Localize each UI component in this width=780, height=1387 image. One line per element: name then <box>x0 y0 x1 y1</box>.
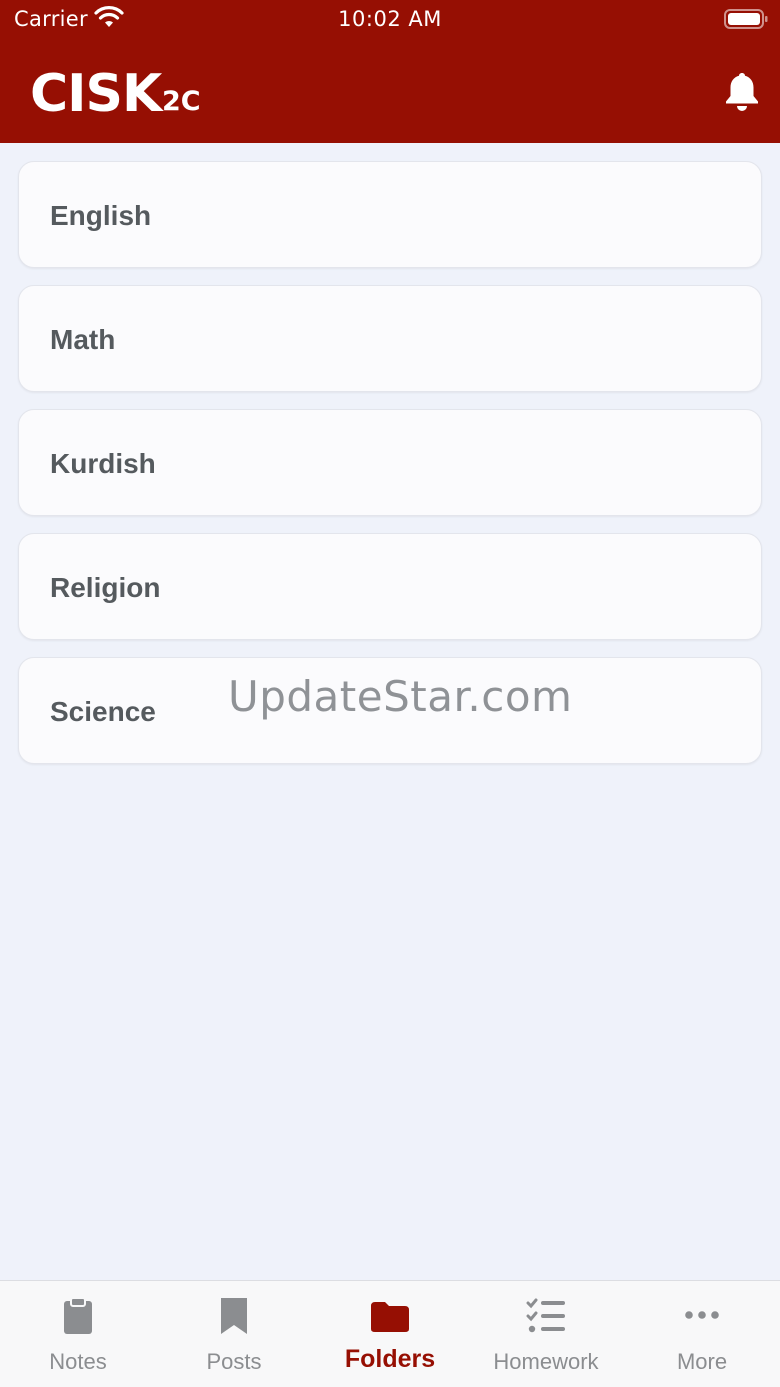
folder-label: Kurdish <box>50 448 156 479</box>
folder-card-kurdish[interactable]: Kurdish <box>18 409 762 516</box>
bottom-tab-bar: Notes Posts Folders Homework More <box>0 1280 780 1387</box>
tab-notes[interactable]: Notes <box>0 1281 156 1387</box>
bell-icon[interactable] <box>722 70 762 112</box>
tab-label: Posts <box>206 1349 262 1374</box>
folder-card-religion[interactable]: Religion <box>18 533 762 640</box>
folder-label: English <box>50 200 152 231</box>
ellipsis-icon <box>685 1311 719 1319</box>
folder-icon <box>371 1302 409 1332</box>
folder-card-english[interactable]: English <box>18 161 762 268</box>
bookmark-icon <box>221 1298 247 1334</box>
folder-label: Science <box>50 696 156 727</box>
tab-posts[interactable]: Posts <box>156 1281 312 1387</box>
tab-label: Folders <box>344 1345 436 1373</box>
folder-label: Math <box>50 324 116 355</box>
clipboard-icon <box>64 1297 92 1334</box>
tab-folders[interactable]: Folders <box>312 1281 468 1387</box>
tab-homework[interactable]: Homework <box>468 1281 624 1387</box>
app-header: Carrier 10:02 AM CISK 2C <box>0 0 780 143</box>
class-subtitle: 2C <box>162 86 201 117</box>
folder-label: Religion <box>50 572 161 603</box>
tab-more[interactable]: More <box>624 1281 780 1387</box>
tab-label: Notes <box>49 1349 107 1374</box>
tab-label: More <box>676 1349 728 1374</box>
tab-label: Homework <box>493 1349 599 1374</box>
status-time: 10:02 AM <box>338 7 442 31</box>
folder-card-math[interactable]: Math <box>18 285 762 392</box>
app-title: CISK <box>30 64 162 124</box>
status-bar: Carrier 10:02 AM <box>0 0 780 40</box>
battery-icon <box>724 9 768 29</box>
watermark-text: UpdateStar.com <box>228 672 573 721</box>
checklist-icon <box>526 1298 565 1333</box>
